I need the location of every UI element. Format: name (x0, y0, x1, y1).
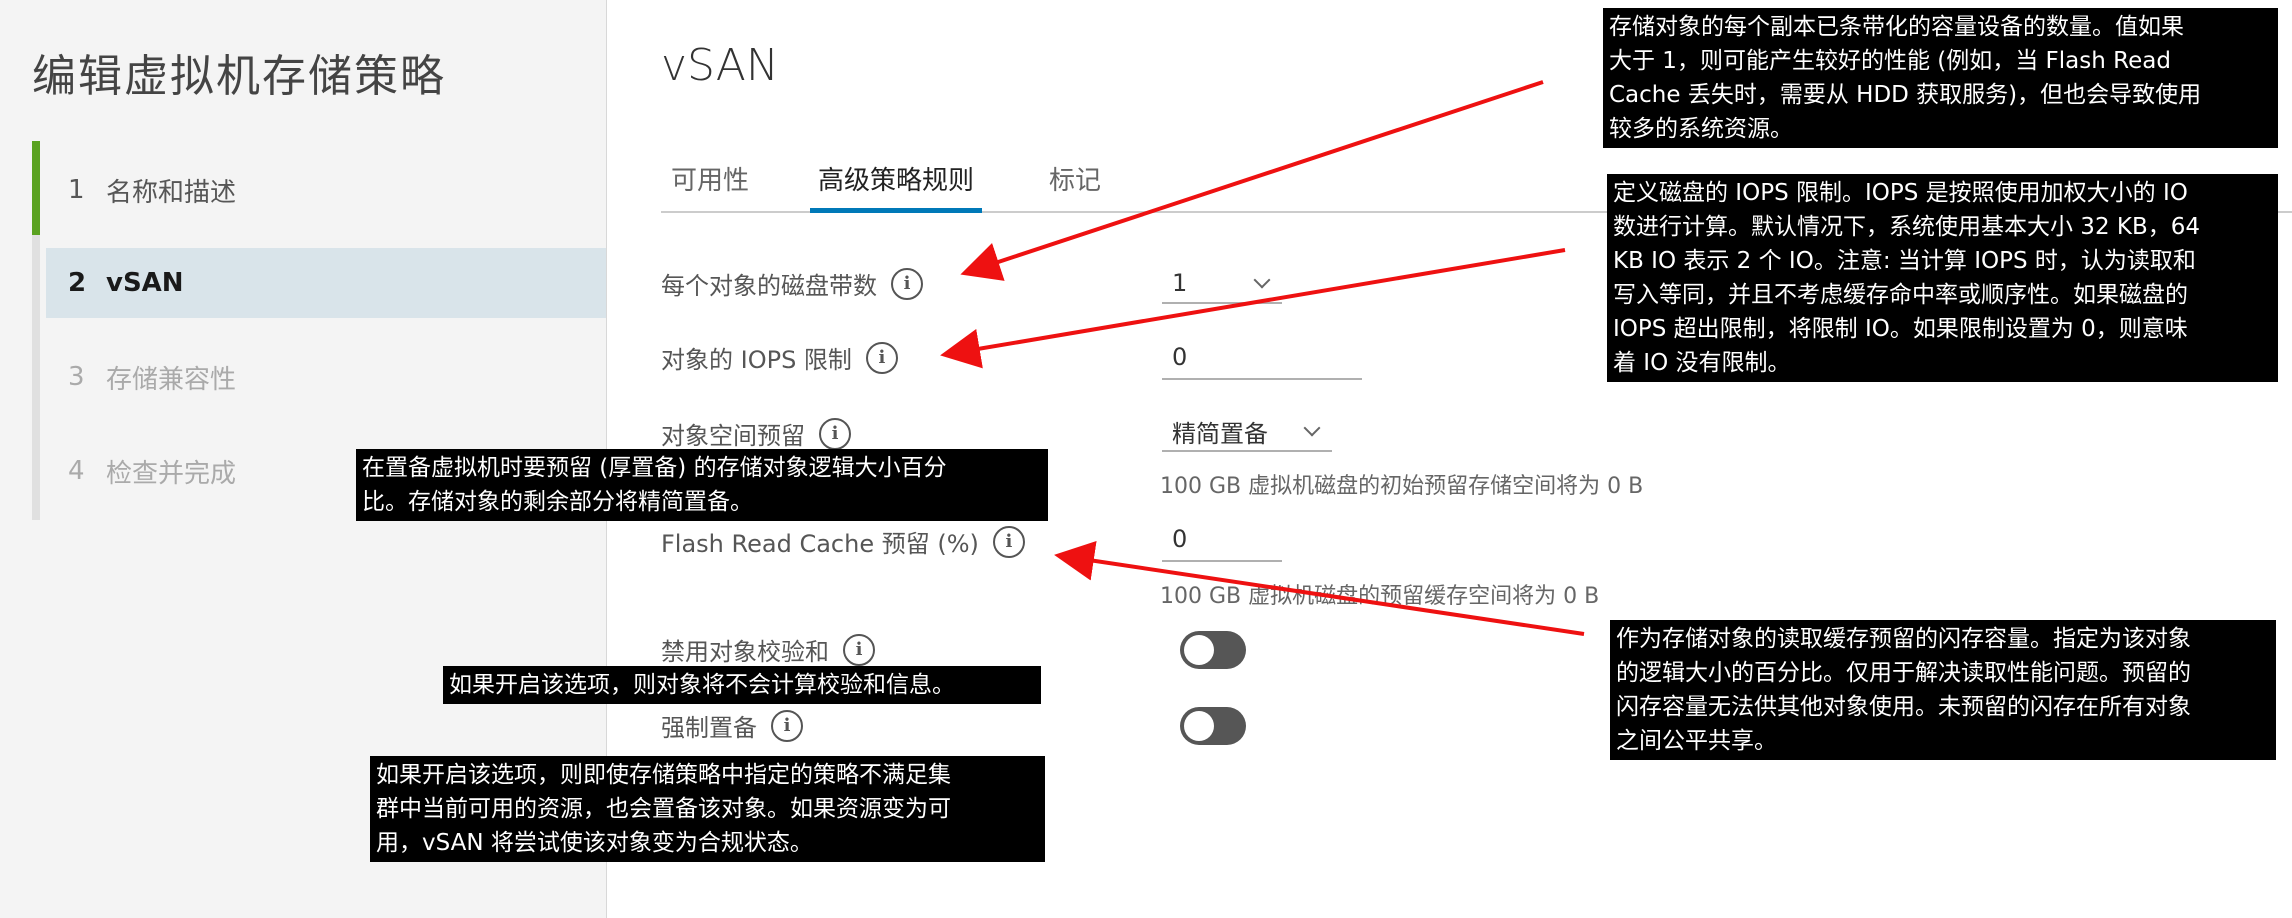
step-progress-indicator (32, 141, 40, 235)
flash-cache-row: Flash Read Cache 预留 (%) i (661, 524, 1025, 559)
page-title: vSAN (661, 40, 779, 91)
wizard-title: 编辑虚拟机存储策略 (32, 51, 446, 102)
iops-label: 对象的 IOPS 限制 (661, 346, 852, 374)
callout-force-provision: 如果开启该选项，则即使存储策略中指定的策略不满足集 群中当前可用的资源，也会置备… (370, 756, 1045, 862)
iops-input[interactable]: 0 (1162, 336, 1362, 380)
chevron-down-icon (1253, 271, 1271, 289)
wizard-step-vsan[interactable]: 2 vSAN (46, 248, 606, 318)
step-label: vSAN (106, 268, 184, 298)
iops-row: 对象的 IOPS 限制 i (661, 340, 898, 375)
space-reservation-value: 精简置备 (1172, 419, 1268, 448)
space-reservation-hint: 100 GB 虚拟机磁盘的初始预留存储空间将为 0 B (1160, 474, 1644, 499)
force-provision-label: 强制置备 (661, 714, 757, 742)
space-reservation-row: 对象空间预留 i (661, 416, 851, 451)
info-icon[interactable]: i (843, 633, 875, 666)
force-provision-row: 强制置备 i (661, 708, 803, 743)
step-label: 名称和描述 (106, 177, 237, 208)
tab-advanced-policy-rules[interactable]: 高级策略规则 (810, 160, 983, 213)
chevron-down-icon (1303, 419, 1321, 437)
force-provision-toggle[interactable] (1180, 707, 1246, 745)
info-icon[interactable]: i (771, 709, 803, 742)
disable-checksum-label: 禁用对象校验和 (661, 638, 829, 666)
flash-cache-label: Flash Read Cache 预留 (%) (661, 530, 979, 558)
info-icon[interactable]: i (819, 417, 851, 450)
stripes-row: 每个对象的磁盘带数 i (661, 266, 923, 301)
wizard-step-storage-compatibility: 3 存储兼容性 (46, 342, 606, 412)
step-number: 4 (68, 456, 85, 486)
toggle-knob (1184, 711, 1214, 741)
flash-cache-hint: 100 GB 虚拟机磁盘的预留缓存空间将为 0 B (1160, 584, 1600, 609)
info-icon[interactable]: i (891, 267, 923, 300)
callout-space-reservation: 在置备虚拟机时要预留 (厚置备) 的存储对象逻辑大小百分 比。存储对象的剩余部分… (356, 449, 1048, 521)
step-number: 2 (68, 268, 87, 298)
step-number: 3 (68, 362, 85, 392)
flash-cache-value: 0 (1172, 525, 1188, 553)
step-number: 1 (68, 175, 85, 205)
callout-disable-checksum: 如果开启该选项，则对象将不会计算校验和信息。 (443, 666, 1041, 704)
callout-flash-cache: 作为存储对象的读取缓存预留的闪存容量。指定为该对象 的逻辑大小的百分比。仅用于解… (1610, 620, 2276, 760)
tab-availability[interactable]: 可用性 (671, 160, 749, 213)
info-icon[interactable]: i (992, 525, 1025, 558)
space-reservation-select[interactable]: 精简置备 (1162, 412, 1332, 452)
callout-stripes: 存储对象的每个副本已条带化的容量设备的数量。值如果 大于 1，则可能产生较好的性… (1603, 8, 2278, 148)
disable-checksum-row: 禁用对象校验和 i (661, 632, 875, 667)
stripes-value: 1 (1172, 269, 1188, 297)
tab-tags[interactable]: 标记 (1049, 160, 1101, 213)
callout-iops: 定义磁盘的 IOPS 限制。IOPS 是按照使用加权大小的 IO 数进行计算。默… (1607, 174, 2278, 382)
stripes-select[interactable]: 1 (1162, 264, 1282, 304)
step-label: 存储兼容性 (106, 364, 237, 395)
disable-checksum-toggle[interactable] (1180, 631, 1246, 669)
stripes-label: 每个对象的磁盘带数 (661, 272, 877, 300)
flash-cache-input[interactable]: 0 (1162, 518, 1282, 562)
space-reservation-label: 对象空间预留 (661, 422, 805, 450)
step-label: 检查并完成 (106, 458, 237, 489)
info-icon[interactable]: i (865, 341, 898, 374)
iops-value: 0 (1172, 343, 1188, 371)
toggle-knob (1184, 635, 1214, 665)
wizard-step-name-description[interactable]: 1 名称和描述 (46, 155, 606, 225)
